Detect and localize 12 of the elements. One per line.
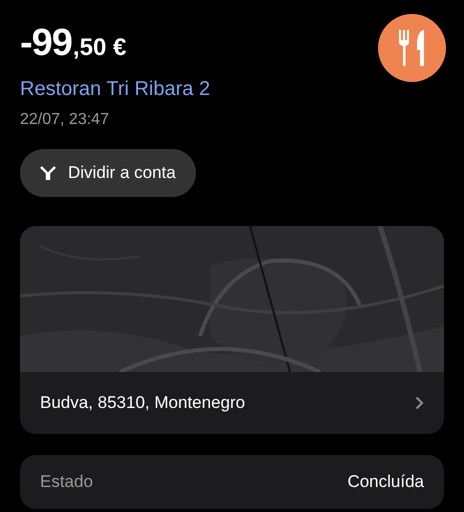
amount: -99 [20, 22, 72, 65]
transaction-date: 22/07, 23:47 [20, 111, 110, 129]
chevron-right-icon [415, 396, 424, 410]
address-row[interactable]: Budva, 85310, Montenegro [20, 372, 444, 434]
detail-label: Estado [40, 472, 93, 492]
detail-value: Concluída [347, 472, 424, 492]
amount-cents: ,50 € [72, 34, 126, 62]
address: Budva, 85310, Montenegro [40, 393, 246, 413]
fork-knife-icon [397, 30, 427, 66]
split-bill-button[interactable]: Dividir a conta [20, 149, 196, 197]
merchant-name: Restoran Tri Ribara 2 [20, 78, 210, 101]
split-icon [40, 166, 56, 180]
